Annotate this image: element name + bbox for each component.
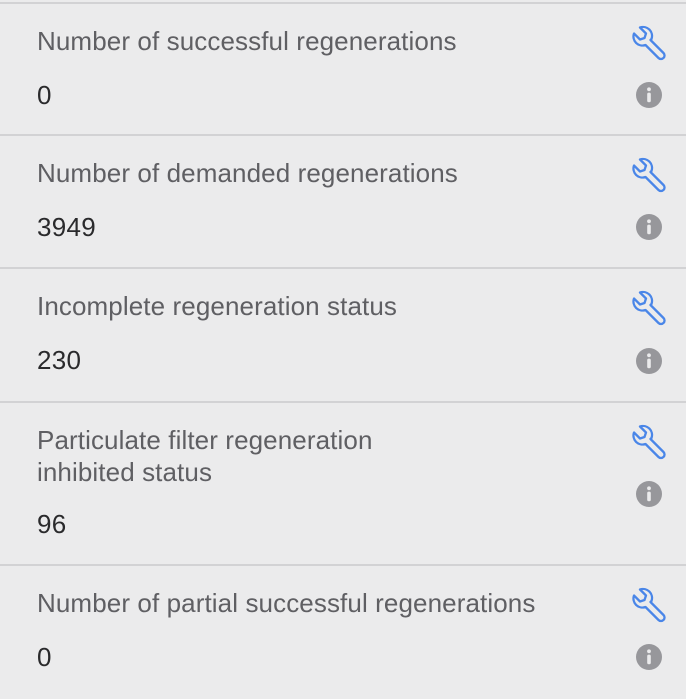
parameter-row-partial-successful-regenerations[interactable]: Number of partial successful regeneratio… (0, 566, 686, 699)
parameter-value: 0 (37, 80, 52, 110)
wrench-icon[interactable] (628, 423, 668, 463)
parameter-label: Number of successful regenerations (37, 26, 457, 56)
parameter-label: Number of partial successful regeneratio… (37, 588, 536, 618)
parameter-value: 0 (37, 642, 52, 672)
parameter-value: 96 (37, 509, 67, 539)
parameter-row-incomplete-regeneration-status[interactable]: Incomplete regeneration status 230 (0, 269, 686, 403)
wrench-icon[interactable] (628, 289, 668, 329)
parameter-label: Incomplete regeneration status (37, 291, 397, 321)
info-icon[interactable] (636, 82, 662, 108)
parameter-value: 3949 (37, 212, 97, 242)
parameter-label: Particulate filter regeneration inhibite… (37, 425, 373, 487)
info-icon[interactable] (636, 481, 662, 507)
wrench-icon[interactable] (628, 24, 668, 64)
info-icon[interactable] (636, 644, 662, 670)
wrench-icon[interactable] (628, 586, 668, 626)
parameter-row-successful-regenerations[interactable]: Number of successful regenerations 0 (0, 4, 686, 136)
parameter-row-demanded-regenerations[interactable]: Number of demanded regenerations 3949 (0, 136, 686, 269)
info-icon[interactable] (636, 214, 662, 240)
wrench-icon[interactable] (628, 156, 668, 196)
parameter-value: 230 (37, 345, 82, 375)
regeneration-parameter-list: Number of successful regenerations 0 Num… (0, 4, 686, 699)
info-icon[interactable] (636, 348, 662, 374)
parameter-row-particulate-filter-inhibited-status[interactable]: Particulate filter regeneration inhibite… (0, 403, 686, 566)
parameter-label: Number of demanded regenerations (37, 158, 458, 188)
